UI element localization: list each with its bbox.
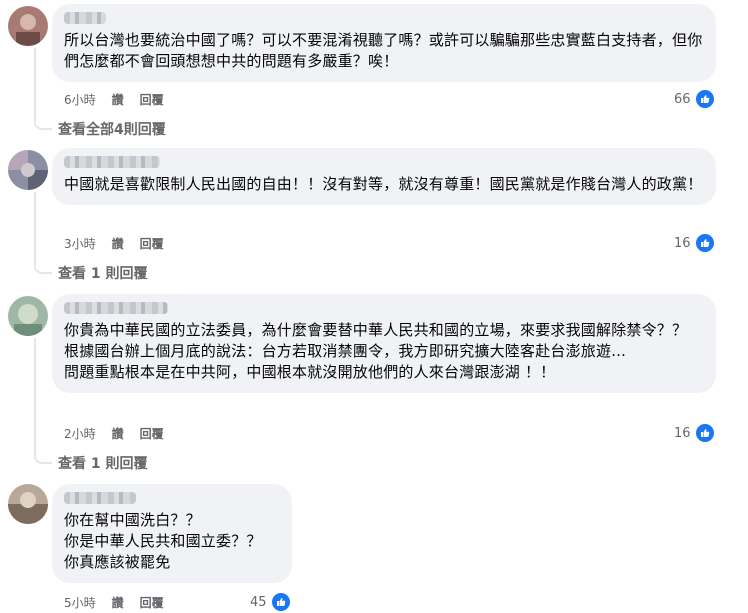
reply-button[interactable]: 回覆: [140, 235, 164, 252]
avatar[interactable]: [8, 150, 48, 190]
comment-actions: 6小時 讚 回覆: [64, 91, 164, 108]
like-count: 16: [674, 425, 691, 441]
comment-bubble: 所以台灣也要統治中國了嗎？可以不要混淆視聽了嗎？或許可以騙騙那些忠實藍白支持者，…: [52, 4, 716, 82]
commenter-name-blurred[interactable]: [64, 156, 160, 168]
reaction-count[interactable]: 66: [674, 88, 716, 110]
thread-line: [34, 192, 36, 266]
avatar[interactable]: [8, 6, 48, 46]
reply-button[interactable]: 回覆: [140, 594, 164, 611]
comment-actions: 2小時 讚 回覆: [64, 425, 164, 442]
comment-text: 中國就是喜歡限制人民出國的自由！！沒有對等，就沒有尊重！國民黨就是作賤台灣人的政…: [64, 175, 703, 193]
thumbs-up-icon: [269, 591, 292, 613]
reaction-count[interactable]: 45: [250, 591, 292, 613]
comment-bubble: 中國就是喜歡限制人民出國的自由！！沒有對等，就沒有尊重！國民黨就是作賤台灣人的政…: [52, 148, 716, 205]
thumbs-up-icon: [693, 232, 716, 254]
like-count: 66: [674, 91, 691, 107]
comment-text: 你在幫中國洗白？？ 你是中華人民共和國立委？？ 你真應該被罷免: [64, 511, 262, 571]
comment-time[interactable]: 5小時: [64, 594, 96, 611]
avatar[interactable]: [8, 296, 48, 336]
reaction-count[interactable]: 16: [674, 232, 716, 254]
reply-button[interactable]: 回覆: [140, 91, 164, 108]
thread-elbow: [34, 454, 52, 464]
view-replies-link[interactable]: 查看全部4則回覆: [58, 119, 166, 139]
comment-actions: 3小時 讚 回覆: [64, 235, 164, 252]
comment-bubble: 你貴為中華民國的立法委員，為什麼會要替中華人民共和國的立場，來要求我國解除禁令？…: [52, 294, 716, 393]
comment-text: 你貴為中華民國的立法委員，為什麼會要替中華人民共和國的立場，來要求我國解除禁令？…: [64, 321, 688, 381]
thread-elbow: [34, 264, 52, 274]
thread-elbow: [34, 120, 52, 130]
like-count: 45: [250, 594, 267, 610]
comment-text: 所以台灣也要統治中國了嗎？可以不要混淆視聽了嗎？或許可以騙騙那些忠實藍白支持者，…: [64, 31, 703, 70]
like-count: 16: [674, 235, 691, 251]
avatar[interactable]: [8, 484, 48, 524]
comment-bubble: 你在幫中國洗白？？ 你是中華人民共和國立委？？ 你真應該被罷免: [52, 484, 292, 583]
thumbs-up-icon: [693, 422, 716, 444]
comment-time[interactable]: 3小時: [64, 235, 96, 252]
view-replies-link[interactable]: 查看 1 則回覆: [58, 263, 148, 283]
comment-time[interactable]: 6小時: [64, 91, 96, 108]
view-replies-link[interactable]: 查看 1 則回覆: [58, 453, 148, 473]
like-button[interactable]: 讚: [112, 91, 124, 108]
reply-button[interactable]: 回覆: [140, 425, 164, 442]
thread-line: [34, 48, 36, 122]
commenter-name-blurred[interactable]: [64, 12, 106, 24]
thumbs-up-icon: [693, 88, 716, 110]
thread-line: [34, 338, 36, 456]
like-button[interactable]: 讚: [112, 594, 124, 611]
comment-actions: 5小時 讚 回覆: [64, 594, 164, 611]
commenter-name-blurred[interactable]: [64, 302, 168, 314]
like-button[interactable]: 讚: [112, 235, 124, 252]
comment-time[interactable]: 2小時: [64, 425, 96, 442]
commenter-name-blurred[interactable]: [64, 492, 136, 504]
reaction-count[interactable]: 16: [674, 422, 716, 444]
like-button[interactable]: 讚: [112, 425, 124, 442]
